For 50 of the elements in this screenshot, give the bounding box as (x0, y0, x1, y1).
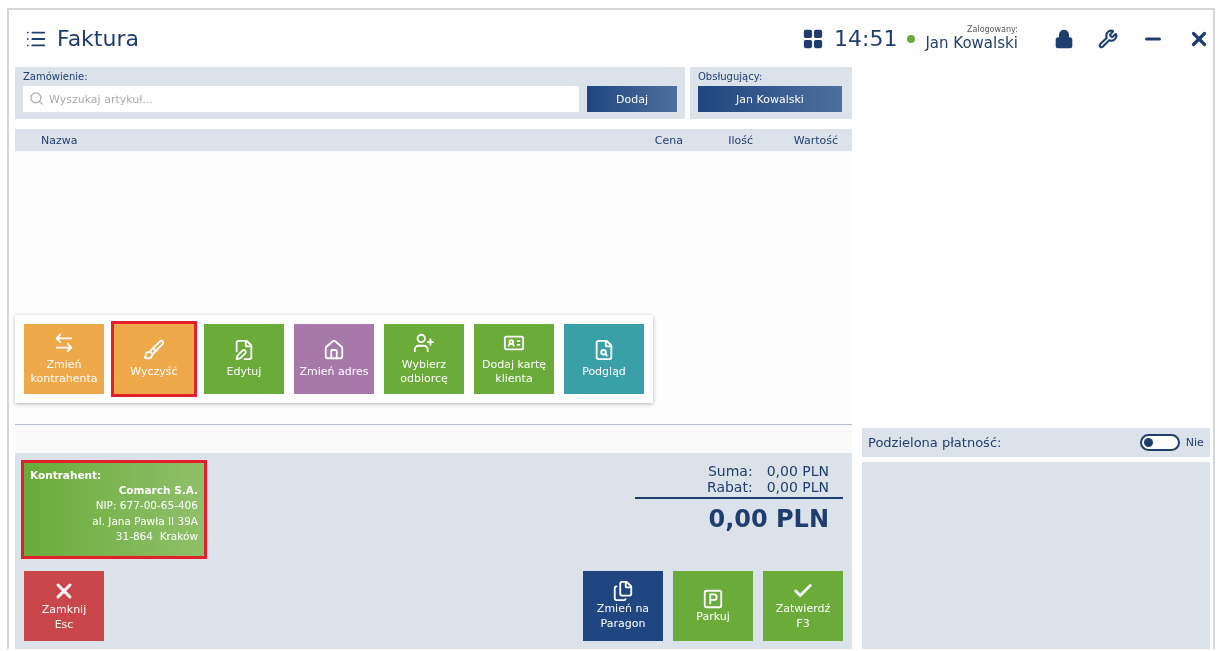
action-button[interactable]: Zatwierdź F3 (763, 571, 843, 641)
action-tile[interactable]: Wybierz odbiorcę (384, 324, 464, 394)
tile-icon (53, 331, 75, 354)
toggle-state: Nie (1185, 436, 1204, 449)
contractor-card[interactable]: Kontrahent: Comarch S.A. NIP: 677-00-65-406 al. Jana Pawła II 39A 31-864 Kraków (24, 463, 204, 556)
discount-label: Rabat: (707, 479, 753, 495)
action-button[interactable]: Parkuj (673, 571, 753, 641)
window-title: Faktura (57, 26, 139, 51)
contractor-title: Kontrahent: (30, 468, 102, 483)
clock-time: 14:51 (834, 26, 898, 51)
total-value: 0,00 PLN (708, 505, 829, 533)
contractor-detail: 31-864 Kraków (115, 528, 198, 544)
user-name: Jan Kowalski (925, 34, 1018, 52)
column-header: Nazwa (41, 133, 79, 147)
cashier-button[interactable]: Jan Kowalski (698, 86, 842, 112)
column-header: Ilość (727, 133, 754, 147)
close-button[interactable]: Zamknij Esc (24, 571, 104, 641)
settings-icon[interactable] (1097, 28, 1118, 49)
sum-value: 0,00 PLN (766, 463, 829, 479)
grid-icon[interactable] (802, 27, 824, 50)
split-payment-label: Podzielona płatność: (868, 435, 1002, 450)
action-tile[interactable]: Wyczyść (114, 324, 194, 394)
action-button[interactable]: Zmień na Paragon (583, 571, 663, 641)
tile-icon (593, 338, 615, 361)
add-button[interactable]: Dodaj (587, 86, 677, 112)
tile-icon (323, 338, 345, 361)
discount-value: 0,00 PLN (766, 479, 829, 495)
button-icon (702, 587, 724, 610)
cashier-label: Obsługujący: (698, 71, 764, 82)
action-tile[interactable]: Edytuj (204, 324, 284, 394)
tile-icon (413, 331, 435, 354)
tile-icon (233, 338, 255, 361)
action-tile[interactable]: Zmień adres (294, 324, 374, 394)
tile-icon (143, 338, 165, 361)
order-label: Zamówienie: (23, 71, 89, 82)
column-header: Wartość (792, 133, 839, 147)
split-payment-toggle[interactable] (1139, 434, 1180, 451)
action-tile[interactable]: Podgląd (564, 324, 644, 394)
column-header: Cena (653, 133, 684, 147)
action-tile[interactable]: Dodaj kartę klienta (474, 324, 554, 394)
search-field[interactable]: Wyszukaj artykuł... (23, 86, 579, 112)
contractor-detail: al. Jana Pawła II 39A (92, 513, 198, 529)
contractor-detail: NIP: 677-00-65-406 (95, 498, 198, 514)
lock-icon[interactable] (1053, 28, 1074, 49)
logged-label: Zalogowany: (967, 25, 1018, 34)
sum-label: Suma: (707, 463, 753, 479)
search-icon (29, 91, 44, 106)
contractor-name: Comarch S.A. (118, 483, 198, 499)
button-icon (612, 580, 634, 603)
action-tile[interactable]: Zmień kontrahenta (24, 324, 104, 394)
